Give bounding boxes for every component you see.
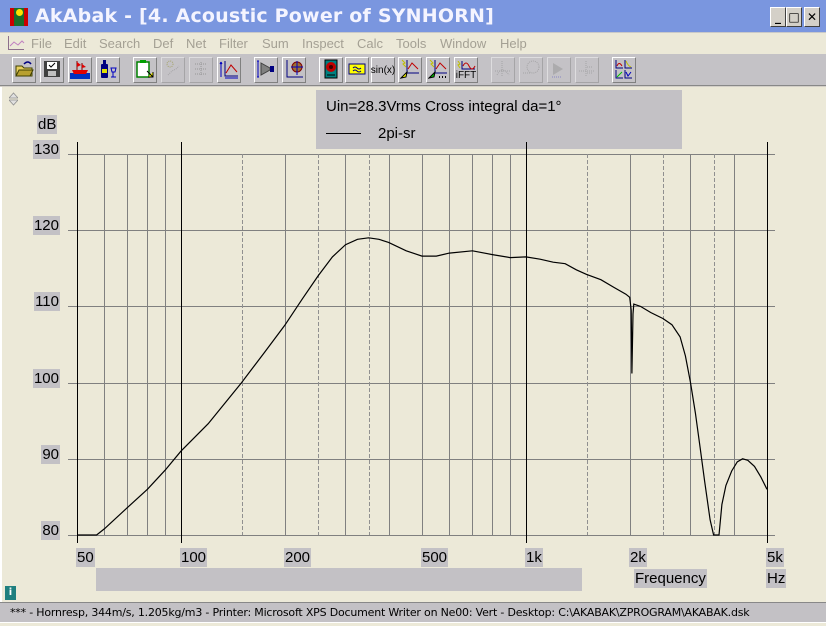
x-tick-label: 1k (525, 548, 543, 567)
window-bottom-edge (0, 622, 826, 626)
x-tick-label: 200 (284, 548, 312, 567)
grid-lines (68, 142, 775, 543)
y-tick-label: 80 (41, 521, 60, 540)
x-tick-label: 5k (766, 548, 784, 567)
y-tick-label: 110 (34, 292, 60, 312)
x-tick-label: 500 (421, 548, 449, 567)
frequency-response-chart (68, 142, 775, 543)
y-axis-unit-label: dB (37, 115, 58, 134)
x-tick-label: 2k (629, 548, 647, 567)
x-tick-label: 100 (180, 548, 208, 567)
status-bar: *** - Hornresp, 344m/s, 1.205kg/m3 - Pri… (0, 602, 826, 622)
y-tick-label: 90 (41, 444, 60, 464)
horizontal-scrollbar[interactable] (96, 568, 582, 591)
y-tick-label: 120 (32, 216, 60, 236)
info-icon[interactable]: i (5, 586, 16, 600)
y-tick-label: 130 (32, 140, 60, 159)
y-tick-label: 100 (32, 368, 60, 388)
x-tick-label: 50 (76, 548, 95, 567)
x-axis-unit-label: Hz (766, 569, 787, 588)
x-axis-label: Frequency (634, 569, 707, 588)
